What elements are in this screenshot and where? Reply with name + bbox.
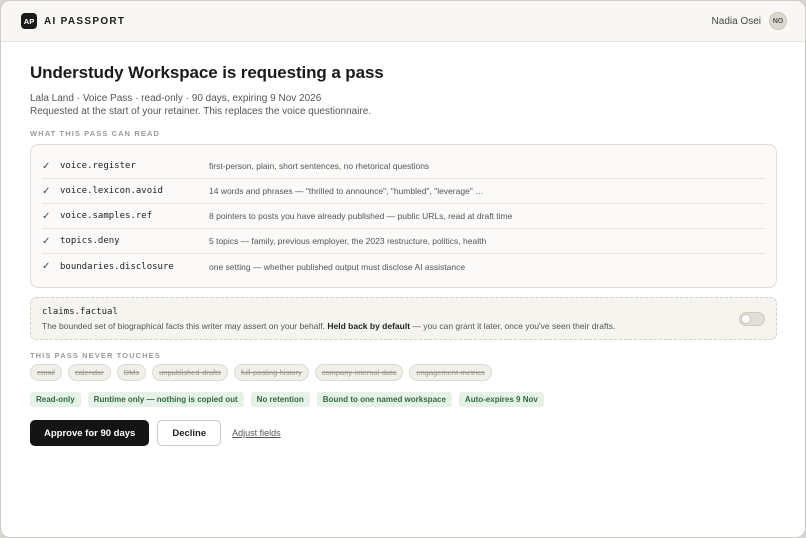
permission-row: ✓ voice.register first-person, plain, shor… <box>42 154 765 179</box>
property-tag: Auto-expires 9 Nov <box>458 392 544 407</box>
check-icon: ✓ <box>42 185 51 197</box>
excluded-scope-chip: full-posting-history <box>233 364 309 381</box>
claims-key: claims.factual <box>42 306 118 317</box>
permission-description: 5 topics — family, previous employer, th… <box>209 236 487 246</box>
excluded-scope-chip: email <box>30 364 62 381</box>
top-bar: AP AI PASSPORT Nadia Osei NO <box>1 1 805 42</box>
brand: AP AI PASSPORT <box>21 13 125 29</box>
permission-key: voice.lexicon.avoid <box>60 186 163 196</box>
never-touches-list: email calendar DMs unpublished-drafts full-p… <box>30 364 777 381</box>
permission-description: 8 pointers to posts you have already pub… <box>209 211 513 221</box>
page-title: Understudy Workspace is requesting a pas… <box>30 63 384 82</box>
excluded-scope-chip: engagement-metrics <box>409 364 492 381</box>
permission-row: ✓ voice.lexicon.avoid 14 words and phrases… <box>42 179 765 204</box>
permission-description: one setting — whether published output m… <box>209 261 466 272</box>
permission-row: ✓ voice.samples.ref 8 pointers to posts yo… <box>42 204 765 229</box>
property-tag: Read-only <box>30 392 81 407</box>
property-tag: Bound to one named workspace <box>316 392 452 407</box>
excluded-scope-chip: company-internal-data <box>314 364 404 381</box>
decline-button[interactable]: Decline <box>157 420 222 446</box>
claims-desc-text: The bounded set of biographical facts th… <box>42 320 328 331</box>
check-icon: ✓ <box>42 160 51 172</box>
claims-toggle[interactable] <box>739 311 765 326</box>
avatar[interactable]: NO <box>769 12 787 30</box>
permission-key: topics.deny <box>60 236 120 246</box>
main-content: Understudy Workspace is requesting a pas… <box>1 42 805 446</box>
property-tag: Runtime only — nothing is copied out <box>87 392 244 407</box>
excluded-scope-chip: unpublished-drafts <box>152 364 228 381</box>
app-name: AI PASSPORT <box>44 15 126 27</box>
app-logo: AP <box>21 13 37 29</box>
claims-description: The bounded set of biographical facts th… <box>42 321 615 331</box>
permission-key: voice.register <box>60 161 136 171</box>
claims-desc-tail: — you can grant it later, once you've se… <box>410 320 616 331</box>
app-window: AP AI PASSPORT Nadia Osei NO Understudy … <box>0 0 806 538</box>
adjust-fields-link[interactable]: Adjust fields <box>232 428 281 438</box>
claims-text: claims.factual The bounded set of biogra… <box>42 307 615 331</box>
check-icon: ✓ <box>42 235 51 247</box>
permission-key: voice.samples.ref <box>60 211 153 221</box>
check-icon: ✓ <box>42 261 51 272</box>
toggle-knob <box>741 313 751 324</box>
claims-desc-bold: Held back by default <box>327 320 411 331</box>
request-meta: Lala Land · Voice Pass · read-only · 90 … <box>30 93 322 104</box>
user-name: Nadia Osei <box>711 15 761 27</box>
permission-description: first-person, plain, short sentences, no… <box>209 161 430 171</box>
permission-key: boundaries.disclosure <box>60 261 174 272</box>
permission-description: 14 words and phrases — "thrilled to anno… <box>209 186 484 196</box>
excluded-scope-chip: DMs <box>116 364 147 381</box>
permission-list: ✓ voice.register first-person, plain, shor… <box>30 144 777 288</box>
request-note: Requested at the start of your retainer.… <box>30 106 372 117</box>
pass-properties: Read-only Runtime only — nothing is copie… <box>30 392 777 407</box>
read-section-label: WHAT THIS PASS CAN READ <box>30 129 161 138</box>
permission-row: ✓ boundaries.disclosure one setting — whet… <box>42 254 765 279</box>
excluded-scope-chip: calendar <box>67 364 111 381</box>
action-bar: Approve for 90 days Decline Adjust field… <box>30 420 777 446</box>
property-tag: No retention <box>250 392 310 407</box>
never-section-label: THIS PASS NEVER TOUCHES <box>30 351 161 360</box>
permission-row: ✓ topics.deny 5 topics — family, previous … <box>42 229 765 254</box>
check-icon: ✓ <box>42 210 51 222</box>
approve-button[interactable]: Approve for 90 days <box>30 420 150 446</box>
user-menu[interactable]: Nadia Osei NO <box>712 12 787 30</box>
claims-factual-row: claims.factual The bounded set of biogra… <box>30 297 777 340</box>
